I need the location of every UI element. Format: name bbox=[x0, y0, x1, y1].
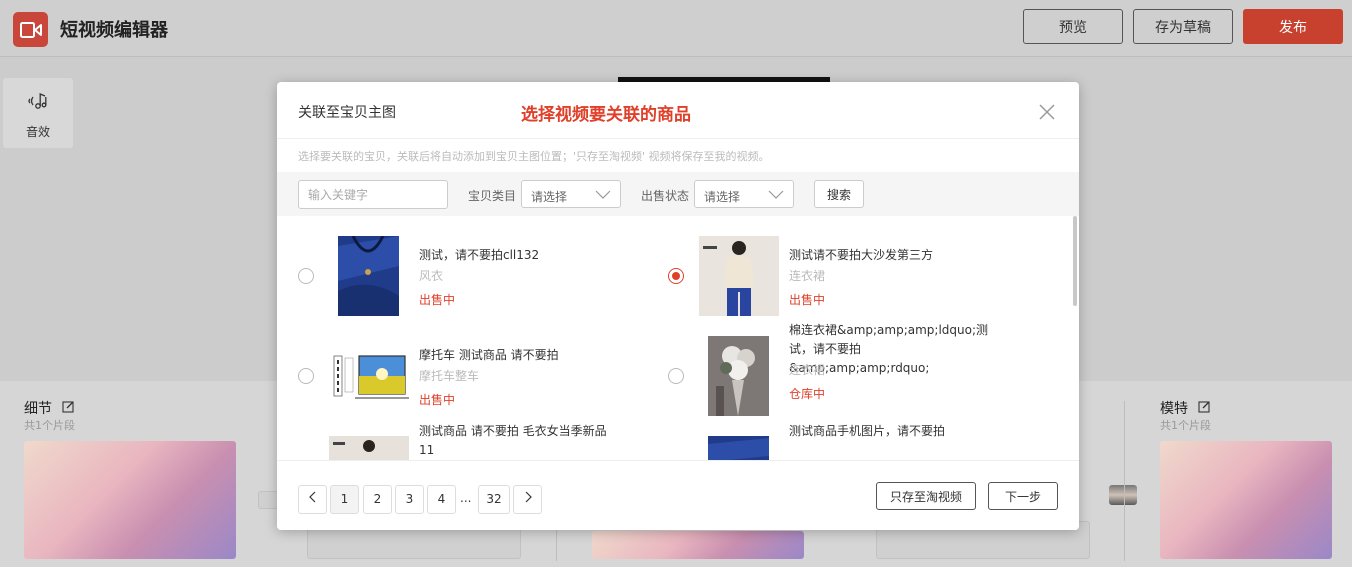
chevron-down-icon bbox=[768, 190, 784, 199]
product-category: 摩托车整车 bbox=[419, 369, 480, 383]
pagination-ellipsis: ... bbox=[460, 491, 472, 505]
segment-title-detail: 细节 bbox=[24, 398, 75, 418]
clip-thumbnail[interactable] bbox=[592, 531, 804, 559]
transition-thumbnail[interactable] bbox=[1109, 485, 1137, 505]
link-product-dialog: 关联至宝贝主图 选择视频要关联的商品 选择要关联的宝贝，关联后将自动添加到宝贝主… bbox=[277, 82, 1079, 530]
product-image bbox=[338, 236, 399, 316]
close-icon[interactable] bbox=[1037, 102, 1057, 122]
product-item[interactable]: 测试请不要拍大沙发第三方 连衣裙 出售中 bbox=[647, 216, 1027, 316]
preview-button[interactable]: 预览 bbox=[1023, 9, 1123, 44]
segment-count-model: 共1个片段 bbox=[1160, 419, 1211, 432]
save-only-button[interactable]: 只存至淘视频 bbox=[876, 482, 976, 510]
category-label: 宝贝类目 bbox=[468, 189, 517, 203]
product-status: 出售中 bbox=[419, 393, 456, 407]
product-name: 测试，请不要拍cll132 bbox=[419, 248, 540, 262]
product-radio[interactable] bbox=[298, 268, 314, 284]
product-item[interactable]: 摩托车 测试商品 请不要拍 摩托车整车 出售中 bbox=[277, 316, 657, 416]
product-radio[interactable] bbox=[668, 268, 684, 284]
next-page-button[interactable] bbox=[513, 485, 542, 514]
keyword-input[interactable] bbox=[298, 180, 448, 209]
status-label: 出售状态 bbox=[641, 189, 690, 203]
product-status: 出售中 bbox=[789, 293, 826, 307]
product-item[interactable]: 测试商品手机图片，请不要拍 bbox=[647, 416, 1027, 460]
segment-count-detail: 共1个片段 bbox=[24, 419, 75, 432]
list-scrollbar-thumb[interactable] bbox=[1073, 216, 1077, 306]
page-button-3[interactable]: 3 bbox=[395, 485, 424, 514]
dialog-header: 关联至宝贝主图 选择视频要关联的商品 bbox=[277, 82, 1079, 139]
timeline-divider bbox=[1124, 401, 1125, 561]
save-draft-button[interactable]: 存为草稿 bbox=[1133, 9, 1233, 44]
prev-page-button[interactable] bbox=[298, 485, 327, 514]
page-button-1[interactable]: 1 bbox=[330, 485, 359, 514]
status-select-value: 请选择 bbox=[704, 190, 741, 204]
product-category: 连衣裙 bbox=[789, 269, 826, 283]
edit-icon[interactable] bbox=[1198, 400, 1211, 413]
page-button-2[interactable]: 2 bbox=[363, 485, 392, 514]
category-select-value: 请选择 bbox=[531, 190, 568, 204]
app-logo-icon bbox=[13, 12, 48, 47]
page-button-last[interactable]: 32 bbox=[478, 485, 510, 514]
product-item[interactable]: 测试，请不要拍cll132 风衣 出售中 bbox=[277, 216, 657, 316]
product-name: 摩托车 测试商品 请不要拍 bbox=[419, 348, 559, 362]
dialog-title: 关联至宝贝主图 bbox=[298, 105, 396, 121]
chevron-right-icon bbox=[525, 491, 532, 503]
filter-bar: 宝贝类目 请选择 出售状态 请选择 搜索 bbox=[277, 172, 1079, 216]
dialog-hint: 选择要关联的宝贝，关联后将自动添加到宝贝主图位置；'只存至淘视频' 视频将保存至… bbox=[298, 150, 770, 163]
product-item[interactable]: 棉连衣裙&amp;amp;amp;ldquo;测试，请不要拍&amp;amp;a… bbox=[647, 316, 1027, 416]
chevron-down-icon bbox=[595, 190, 611, 199]
edit-icon[interactable] bbox=[62, 400, 75, 413]
product-category: 风衣 bbox=[419, 269, 444, 283]
product-image bbox=[329, 436, 409, 460]
app-title: 短视频编辑器 bbox=[60, 20, 168, 41]
search-button[interactable]: 搜索 bbox=[814, 180, 864, 208]
product-image bbox=[699, 236, 779, 316]
product-status: 仓库中 bbox=[789, 387, 826, 401]
product-image bbox=[329, 336, 409, 416]
top-bar: 短视频编辑器 预览 存为草稿 发布 bbox=[0, 0, 1352, 57]
product-list: 测试，请不要拍cll132 风衣 出售中 测试请不要拍大沙发第三方 连衣裙 出售… bbox=[277, 216, 1079, 460]
product-category: 连衣裙 bbox=[789, 363, 826, 377]
product-image bbox=[708, 336, 769, 416]
chevron-left-icon bbox=[308, 491, 315, 503]
publish-button[interactable]: 发布 bbox=[1243, 9, 1343, 44]
product-image bbox=[708, 436, 769, 460]
product-name: 测试商品手机图片，请不要拍 bbox=[789, 424, 946, 438]
clip-thumbnail[interactable] bbox=[1160, 441, 1332, 559]
segment-title-model: 模特 bbox=[1160, 398, 1211, 418]
product-status: 出售中 bbox=[419, 293, 456, 307]
product-radio[interactable] bbox=[668, 368, 684, 384]
product-name: 测试商品 请不要拍 毛衣女当季新品11 bbox=[419, 424, 607, 457]
audio-effect-icon bbox=[28, 93, 47, 109]
product-radio[interactable] bbox=[298, 368, 314, 384]
dialog-annotation: 选择视频要关联的商品 bbox=[521, 105, 691, 125]
product-item[interactable]: 测试商品 请不要拍 毛衣女当季新品11 bbox=[277, 416, 657, 460]
category-select[interactable]: 请选择 bbox=[521, 180, 621, 208]
clip-thumbnail[interactable] bbox=[24, 441, 236, 559]
dialog-footer: 1 2 3 4 ... 32 只存至淘视频 下一步 bbox=[277, 460, 1079, 530]
next-step-button[interactable]: 下一步 bbox=[988, 482, 1058, 510]
status-select[interactable]: 请选择 bbox=[694, 180, 794, 208]
sound-effect-label: 音效 bbox=[25, 125, 50, 139]
page-button-4[interactable]: 4 bbox=[427, 485, 456, 514]
product-name: 测试请不要拍大沙发第三方 bbox=[789, 248, 934, 262]
sound-effect-tool[interactable]: 音效 bbox=[3, 78, 73, 148]
